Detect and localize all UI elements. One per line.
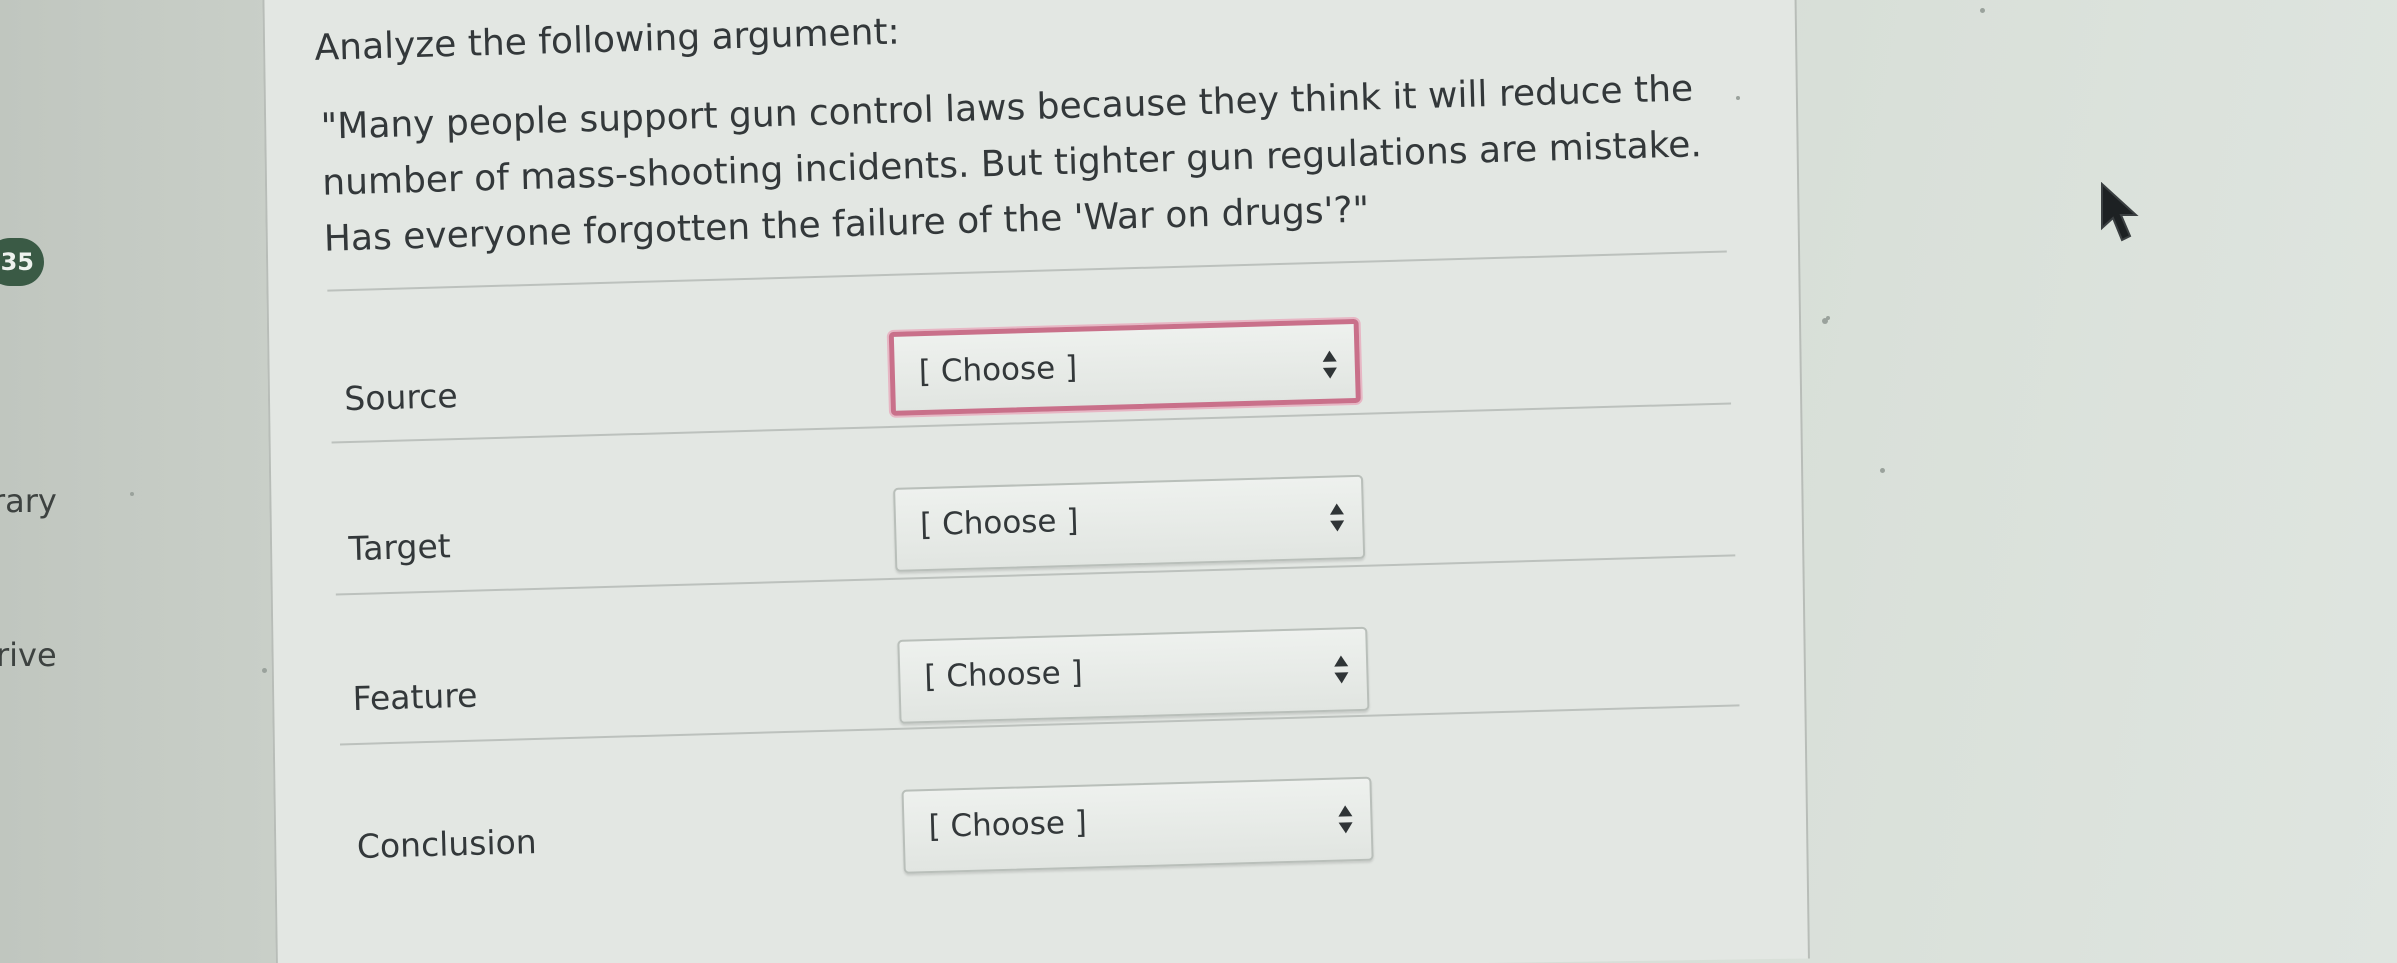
notification-badge[interactable]: 35 — [0, 238, 44, 286]
dust-speck — [130, 492, 134, 496]
row-label-feature: Feature — [352, 675, 478, 719]
target-select[interactable]: [ Choose ] — [893, 474, 1366, 572]
question-content: Analyze the following argument: "Many pe… — [310, 0, 1815, 928]
sidebar-item-drive[interactable]: rive — [0, 636, 57, 674]
select-value: [ Choose ] — [919, 502, 1079, 544]
sidebar-item-library[interactable]: rary — [0, 482, 57, 520]
up-down-caret-icon — [1338, 805, 1353, 834]
dust-speck — [1880, 468, 1885, 473]
select-value: [ Choose ] — [918, 349, 1078, 391]
row-label-source: Source — [343, 376, 459, 419]
up-down-caret-icon — [1322, 350, 1337, 379]
conclusion-select[interactable]: [ Choose ] — [901, 776, 1374, 874]
select-value: [ Choose ] — [928, 804, 1088, 846]
question-argument-text: "Many people support gun control laws be… — [320, 68, 1703, 260]
dust-speck — [1826, 316, 1830, 320]
mouse-pointer-icon — [2101, 182, 2139, 242]
course-sidebar: 35 rary rive — [0, 0, 300, 963]
row-label-conclusion: Conclusion — [356, 821, 538, 867]
dust-speck — [262, 668, 267, 673]
dust-speck — [1736, 96, 1740, 100]
select-value: [ Choose ] — [923, 654, 1084, 696]
source-select[interactable]: [ Choose ] — [888, 318, 1361, 416]
photo-of-screen: 35 rary rive Analyze the following argum… — [0, 0, 2397, 963]
row-label-target: Target — [348, 526, 452, 569]
up-down-caret-icon — [1334, 655, 1349, 684]
up-down-caret-icon — [1329, 503, 1345, 532]
feature-select[interactable]: [ Choose ] — [897, 626, 1370, 724]
dust-speck — [1980, 8, 1985, 13]
